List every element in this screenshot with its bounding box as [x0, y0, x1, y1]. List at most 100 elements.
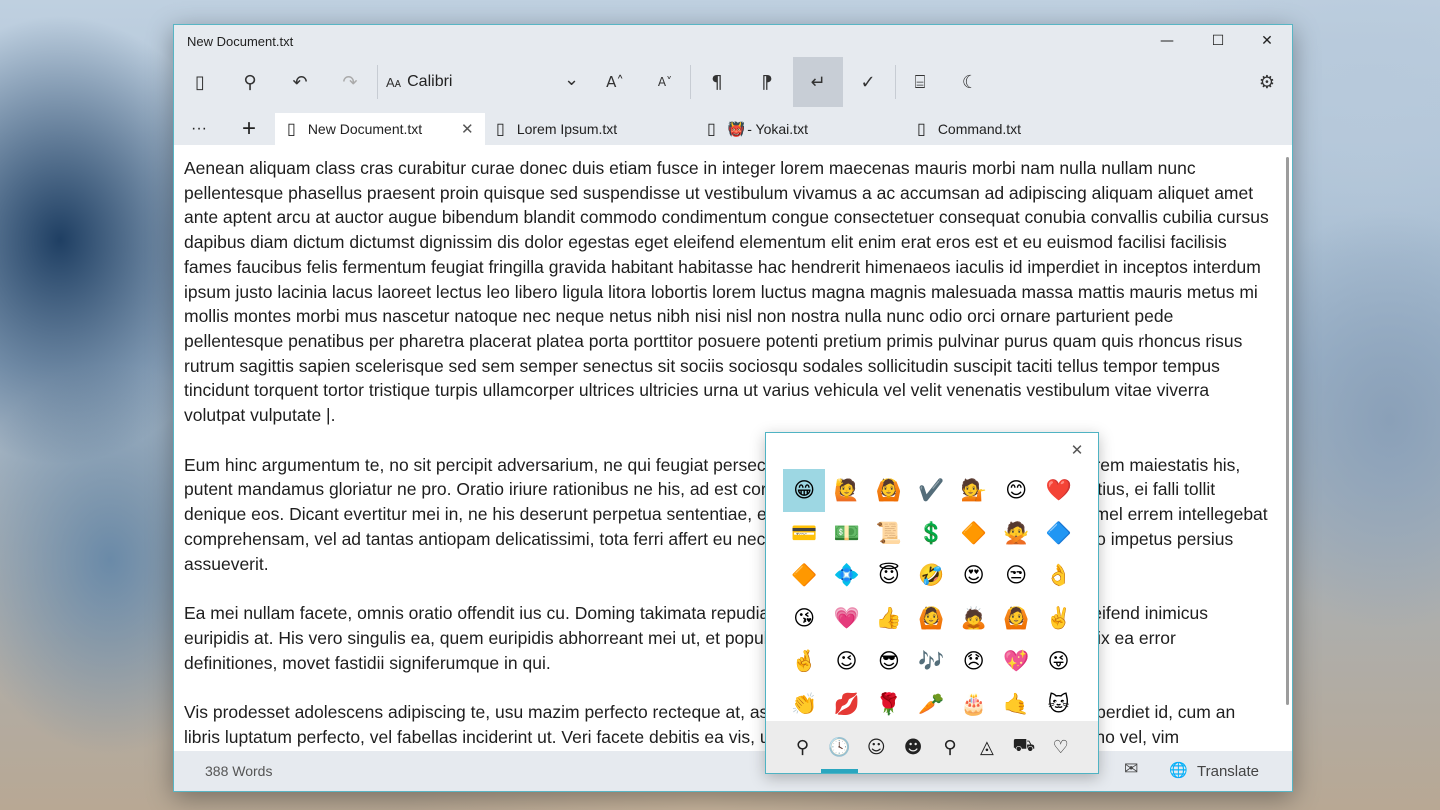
emoji-button[interactable]: 😞 — [953, 640, 995, 683]
word-wrap-icon[interactable]: ↵ — [793, 57, 843, 107]
status-bar: 388 Words ✉ 🌐 Translate — [174, 751, 1292, 791]
emoji-button[interactable]: 👍 — [868, 597, 910, 640]
chevron-down-icon[interactable]: ⌄ — [564, 69, 579, 90]
paragraph: Aenean aliquam class cras curabitur cura… — [184, 158, 1269, 426]
emoji-button[interactable]: ✔️ — [910, 469, 952, 512]
globe-icon: 🌐 — [1169, 761, 1188, 779]
emoji-button[interactable]: 🔷 — [1037, 512, 1079, 555]
emoji-button[interactable]: 🔶 — [953, 512, 995, 555]
increase-font-button[interactable]: A˄ — [590, 57, 640, 107]
paragraph: Ea mei nullam facete, omnis oratio offen… — [184, 603, 1208, 673]
decrease-font-button[interactable]: A˅ — [640, 57, 690, 107]
emoji-button[interactable]: 💁 — [953, 469, 995, 512]
tab-new-document[interactable]: ▯ New Document.txt ✕ — [275, 113, 485, 145]
balloon-icon[interactable]: ⚲ — [932, 721, 969, 773]
toolbar-divider — [377, 65, 378, 99]
ogre-emoji-icon: 👹 — [727, 120, 746, 137]
app-window: New Document.txt — ☐ ✕ ▯ ⚲ ↶ ↷ Aᴀ Calibr… — [173, 24, 1293, 792]
car-icon[interactable]: ⛟ — [1005, 721, 1042, 773]
emoji-button[interactable]: 😁 — [783, 469, 826, 512]
people-icon[interactable]: ☻ — [895, 721, 932, 773]
emoji-button[interactable]: 💳 — [783, 512, 825, 555]
font-name: Calibri — [407, 73, 453, 90]
emoji-button[interactable]: 😒 — [995, 555, 1037, 598]
emoji-button[interactable]: 👌 — [1037, 555, 1079, 598]
emoji-button[interactable]: 😜 — [1037, 640, 1079, 683]
pizza-icon[interactable]: ◬ — [968, 721, 1005, 773]
search-icon[interactable]: ⚲ — [225, 57, 275, 107]
reader-mode-icon[interactable]: ⌸ — [895, 57, 945, 107]
emoji-button[interactable]: 🤙 — [995, 683, 1037, 726]
tab-label: Lorem Ipsum.txt — [516, 121, 618, 137]
mail-icon[interactable]: ✉ — [1124, 759, 1138, 779]
file-icon: ▯ — [496, 121, 505, 138]
file-icon: ▯ — [917, 121, 926, 138]
emoji-button[interactable]: 🎂 — [953, 683, 995, 726]
emoji-button[interactable]: 🤣 — [910, 555, 952, 598]
minimize-button[interactable]: — — [1144, 25, 1190, 57]
emoji-button[interactable]: 🙋 — [825, 469, 867, 512]
emoji-button[interactable]: 📜 — [868, 512, 910, 555]
emoji-button[interactable]: 🙆 — [910, 597, 952, 640]
emoji-button[interactable]: 🤞 — [783, 640, 825, 683]
emoji-button[interactable]: 🌹 — [868, 683, 910, 726]
emoji-button[interactable]: 😘 — [783, 597, 825, 640]
maximize-button[interactable]: ☐ — [1195, 25, 1241, 57]
redo-icon[interactable]: ↷ — [325, 57, 375, 107]
emoji-button[interactable]: 🐱 — [1037, 683, 1079, 726]
emoji-button[interactable]: ✌️ — [1037, 597, 1079, 640]
text-editor[interactable]: Aenean aliquam class cras curabitur cura… — [174, 145, 1280, 751]
emoji-button[interactable]: 😍 — [953, 555, 995, 598]
smiley-face-icon[interactable]: ☺ — [858, 721, 895, 773]
heart-icon[interactable]: ♡ — [1042, 721, 1079, 773]
undo-icon[interactable]: ↶ — [275, 57, 325, 107]
emoji-button[interactable]: 💵 — [825, 512, 867, 555]
vertical-scrollbar[interactable] — [1286, 157, 1289, 705]
add-tab-button[interactable]: + — [234, 113, 264, 145]
emoji-button[interactable]: 👏 — [783, 683, 825, 726]
paragraph: Eum hinc argumentum te, no sit percipit … — [184, 454, 1268, 574]
close-tab-icon[interactable]: ✕ — [461, 120, 474, 138]
ltr-paragraph-icon[interactable]: ¶ — [692, 57, 742, 107]
close-window-button[interactable]: ✕ — [1244, 25, 1290, 57]
emoji-button[interactable]: 💗 — [825, 597, 867, 640]
toolbar-divider — [690, 65, 691, 99]
sidebar-icon[interactable]: ▯ — [175, 57, 225, 107]
emoji-button[interactable]: 😇 — [868, 555, 910, 598]
more-tabs-button[interactable]: ··· — [184, 113, 214, 145]
emoji-button[interactable]: 🙅 — [995, 512, 1037, 555]
emoji-button[interactable]: 😊 — [995, 469, 1037, 512]
emoji-button[interactable]: 🙆 — [868, 469, 910, 512]
recent-clock-icon[interactable]: 🕓 — [820, 721, 858, 773]
emoji-button[interactable]: 💲 — [910, 512, 952, 555]
close-icon[interactable]: ✕ — [1066, 439, 1088, 461]
tab-command[interactable]: ▯ Command.txt — [917, 113, 1122, 145]
emoji-button[interactable]: 💖 — [995, 640, 1037, 683]
spellcheck-icon[interactable]: ✓ — [843, 57, 893, 107]
emoji-button[interactable]: 😉 — [825, 640, 867, 683]
font-selector[interactable]: Aᴀ Calibri ⌄ — [386, 57, 586, 107]
emoji-button[interactable]: 🙇 — [953, 597, 995, 640]
emoji-grid: 😁 🙋 🙆 ✔️ 💁 😊 ❤️ 💳 💵 📜 💲 🔶 🙅 🔷 🔶 💠 😇 🤣 😍 … — [783, 469, 1080, 726]
file-lock-icon: ▯ — [707, 121, 716, 138]
tab-yokai[interactable]: ▯ 👹 - Yokai.txt — [707, 113, 912, 145]
settings-gear-icon[interactable]: ⚙ — [1242, 57, 1292, 107]
emoji-button[interactable]: 🥕 — [910, 683, 952, 726]
emoji-button[interactable]: 😎 — [868, 640, 910, 683]
tab-strip: ··· + ▯ New Document.txt ✕ ▯ Lorem Ipsum… — [174, 107, 1292, 145]
emoji-button[interactable]: 🙆 — [995, 597, 1037, 640]
emoji-button[interactable]: 🔶 — [783, 555, 825, 598]
emoji-button[interactable]: 💋 — [825, 683, 867, 726]
emoji-button[interactable]: ❤️ — [1037, 469, 1079, 512]
tab-label: New Document.txt — [307, 121, 423, 137]
emoji-button[interactable]: 💠 — [825, 555, 867, 598]
search-icon[interactable]: ⚲ — [784, 721, 821, 773]
title-bar[interactable]: New Document.txt — ☐ ✕ — [174, 25, 1292, 57]
tab-label: - Yokai.txt — [747, 121, 808, 137]
tab-label: Command.txt — [937, 121, 1022, 137]
emoji-button[interactable]: 🎶 — [910, 640, 952, 683]
translate-button[interactable]: Translate — [1197, 763, 1259, 780]
tab-lorem-ipsum[interactable]: ▯ Lorem Ipsum.txt — [496, 113, 701, 145]
rtl-paragraph-icon[interactable]: ¶ — [742, 57, 792, 107]
theme-moon-icon[interactable]: ☾ — [945, 57, 995, 107]
